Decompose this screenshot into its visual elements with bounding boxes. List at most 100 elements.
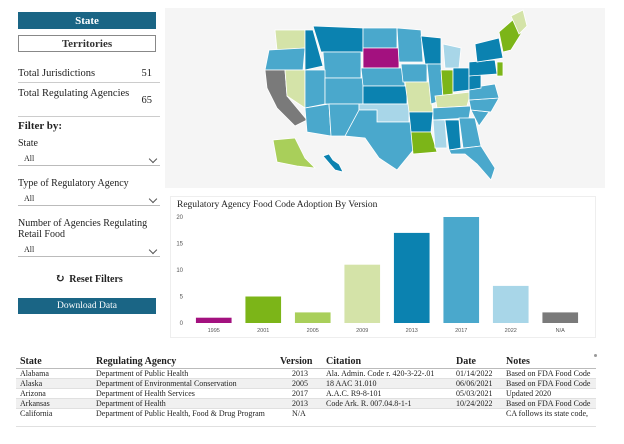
cell-citation: Ala. Admin. Code r. 420-3-22-.01 <box>326 369 435 378</box>
table-row[interactable]: Arkansas Department of Health 2013 Code … <box>16 399 596 409</box>
map-state-oregon <box>264 47 306 71</box>
map-state-missouri <box>404 81 434 113</box>
territories-toggle-button[interactable]: Territories <box>18 35 156 52</box>
x-tick-label: 1995 <box>208 328 220 334</box>
cell-notes: Based on FDA Food Code <box>506 369 591 378</box>
cell-state: Arizona <box>20 389 46 398</box>
stat-value: 65 <box>141 95 153 106</box>
state-filter-select[interactable]: All <box>18 153 160 166</box>
chevron-down-icon <box>148 154 158 164</box>
x-tick-label: 2022 <box>505 328 517 334</box>
stat-label: Total Jurisdictions <box>18 68 96 79</box>
map-state-florida <box>448 145 496 181</box>
bar-2017[interactable] <box>443 217 480 323</box>
map-state-pennsylvania <box>468 59 498 77</box>
x-tick-label: 2017 <box>455 328 467 334</box>
bar-2013[interactable] <box>393 232 430 323</box>
cell-agency: Department of Environmental Conservation <box>96 379 237 388</box>
map-state-new-york <box>474 37 504 63</box>
download-data-button[interactable]: Download Data <box>18 298 156 314</box>
chevron-down-icon <box>148 245 158 255</box>
y-tick-label: 15 <box>176 242 183 248</box>
cell-date: 05/03/2021 <box>456 389 493 398</box>
scrollbar-indicator[interactable] <box>594 354 597 357</box>
reset-filters-button[interactable]: ↻ Reset Filters <box>18 271 160 286</box>
map-state-washington <box>274 29 306 51</box>
table-row[interactable]: Alaska Department of Environmental Conse… <box>16 379 596 389</box>
state-toggle-button[interactable]: State <box>18 12 156 29</box>
map-state-mississippi <box>432 119 448 149</box>
col-header-date[interactable]: Date <box>456 356 506 367</box>
map-state-alaska <box>272 137 317 169</box>
col-header-version[interactable]: Version <box>280 356 320 367</box>
refresh-icon: ↻ <box>55 271 66 285</box>
cell-agency: Department of Health Services <box>96 389 195 398</box>
col-header-state[interactable]: State <box>20 356 94 367</box>
bar-na[interactable] <box>542 312 579 323</box>
total-agencies-stat: Total Regulating Agencies 65 <box>18 82 160 112</box>
map-state-south-dakota <box>362 47 400 69</box>
map-state-west-virginia <box>468 73 482 91</box>
cell-date: 06/06/2021 <box>456 379 493 388</box>
bar-1995[interactable] <box>195 317 232 323</box>
cell-citation: A.A.C. R9-8-101 <box>326 389 382 398</box>
x-tick-label: N/A <box>556 328 566 334</box>
cell-agency: Department of Health <box>96 399 166 408</box>
map-state-utah <box>304 69 326 109</box>
map-state-michigan <box>442 43 462 69</box>
bar-chart-svg: 0 5 10 15 20 1995 2001 2005 2009 2013 2017 2022 N/A <box>176 215 579 334</box>
cell-agency: Department of Public Health, Food & Drug… <box>96 409 265 418</box>
map-state-arizona <box>304 103 332 137</box>
map-state-iowa <box>400 63 428 83</box>
filter-panel: State Territories Total Jurisdictions 51… <box>18 12 160 314</box>
agency-count-filter-label: Number of Agencies Regulating Retail Foo… <box>18 218 148 240</box>
x-tick-label: 2001 <box>257 328 269 334</box>
map-state-hawaii <box>322 153 344 173</box>
bar-2022[interactable] <box>492 285 529 323</box>
cell-version: N/A <box>292 409 306 418</box>
state-filter-label: State <box>18 138 38 149</box>
table-row[interactable]: California Department of Public Health, … <box>16 409 596 427</box>
x-tick-label: 2005 <box>307 328 319 334</box>
col-header-agency[interactable]: Regulating Agency <box>96 356 276 367</box>
cell-notes: CA follows its state code, <box>506 409 588 418</box>
agency-count-filter-select[interactable]: All <box>18 244 160 257</box>
y-tick-label: 20 <box>176 215 183 221</box>
map-state-kansas <box>362 85 408 105</box>
map-state-new-jersey <box>496 61 504 77</box>
select-value: All <box>24 194 35 203</box>
cell-date: 01/14/2022 <box>456 369 493 378</box>
table-row[interactable]: Arizona Department of Health Services 20… <box>16 389 596 399</box>
cell-state: Arkansas <box>20 399 50 408</box>
map-state-montana <box>312 25 364 53</box>
cell-citation: Code Ark. R. 007.04.8-1-1 <box>326 399 412 408</box>
map-state-colorado <box>324 77 364 105</box>
cell-agency: Department of Public Health <box>96 369 189 378</box>
y-tick-label: 0 <box>180 321 184 327</box>
col-header-citation[interactable]: Citation <box>326 356 456 367</box>
bar-2009[interactable] <box>344 264 381 323</box>
map-state-louisiana <box>410 131 438 155</box>
select-value: All <box>24 154 35 163</box>
cell-state: Alabama <box>20 369 49 378</box>
bar-2005[interactable] <box>294 312 331 323</box>
filter-title: Filter by: <box>18 120 63 132</box>
chevron-down-icon <box>148 194 158 204</box>
map-state-alabama <box>444 119 462 151</box>
reset-label: Reset Filters <box>69 274 123 285</box>
cell-state: California <box>20 409 53 418</box>
map-state-nebraska <box>360 67 406 87</box>
map-state-wisconsin <box>420 35 442 65</box>
total-jurisdictions-stat: Total Jurisdictions 51 <box>18 66 160 81</box>
map-state-minnesota <box>396 27 424 63</box>
bar-2001[interactable] <box>245 296 282 324</box>
x-tick-label: 2013 <box>406 328 418 334</box>
map-state-north-dakota <box>362 27 398 49</box>
y-tick-label: 5 <box>180 295 184 301</box>
us-map[interactable] <box>165 8 605 188</box>
cell-citation: 18 AAC 31.010 <box>326 379 377 388</box>
cell-notes: Based on FDA Food Code <box>506 399 591 408</box>
table-row[interactable]: Alabama Department of Public Health 2013… <box>16 369 596 379</box>
col-header-notes[interactable]: Notes <box>506 356 596 367</box>
agency-type-filter-select[interactable]: All <box>18 193 160 206</box>
